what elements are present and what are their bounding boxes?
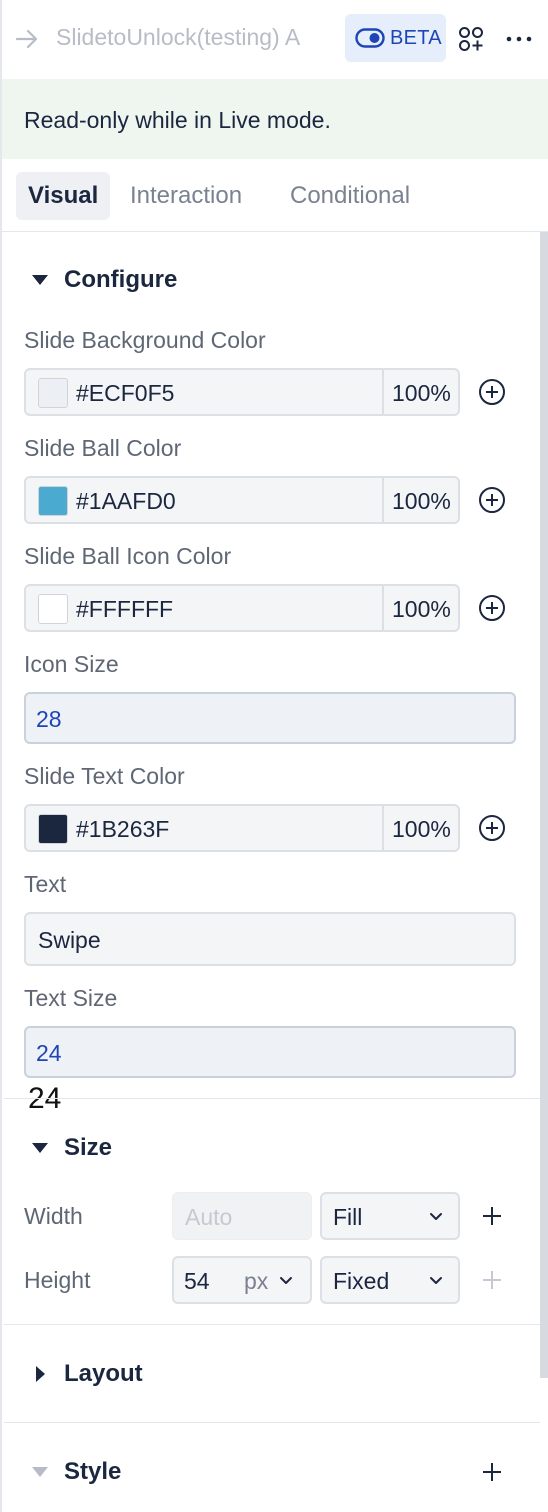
- tab-conditional[interactable]: Conditional: [278, 172, 422, 220]
- height-label: Height: [24, 1267, 91, 1293]
- height-input[interactable]: 54 px: [172, 1256, 312, 1304]
- text-size-input[interactable]: 24: [24, 1026, 516, 1078]
- add-circle-icon[interactable]: [478, 486, 506, 514]
- size-title: Size: [64, 1134, 113, 1161]
- color-swatch[interactable]: [38, 378, 68, 408]
- collapse-triangle-icon: [32, 275, 48, 285]
- text-label: Text: [24, 871, 67, 897]
- components-icon[interactable]: [458, 26, 484, 52]
- width-mode-value: Fill: [333, 1204, 363, 1230]
- field-divider: [382, 478, 384, 522]
- opacity-value[interactable]: 100%: [392, 596, 451, 623]
- width-label: Width: [24, 1203, 83, 1229]
- more-options-icon[interactable]: [504, 26, 534, 52]
- configure-section-header[interactable]: Configure: [24, 266, 177, 294]
- width-mode-select[interactable]: Fill: [320, 1192, 460, 1240]
- slide-text-color-field[interactable]: #1B263F 100%: [24, 804, 460, 852]
- height-unit[interactable]: px: [244, 1268, 268, 1295]
- field-divider: [382, 586, 384, 630]
- height-mode-select[interactable]: Fixed: [320, 1256, 460, 1304]
- layout-title: Layout: [64, 1360, 143, 1387]
- hex-value[interactable]: #ECF0F5: [76, 380, 174, 407]
- section-divider: [4, 1422, 540, 1423]
- scrollbar[interactable]: [540, 232, 548, 1378]
- text-input[interactable]: Swipe: [24, 912, 516, 966]
- field-divider: [382, 370, 384, 414]
- collapse-triangle-icon: [32, 1467, 48, 1477]
- style-title: Style: [64, 1458, 122, 1485]
- live-mode-banner: Read-only while in Live mode.: [2, 79, 548, 159]
- size-section-header[interactable]: Size: [24, 1134, 112, 1162]
- hex-value[interactable]: #FFFFFF: [76, 596, 173, 623]
- beta-badge[interactable]: BETA: [345, 14, 446, 62]
- icon-size-label: Icon Size: [24, 651, 119, 677]
- slide-ball-icon-color-field[interactable]: #FFFFFF 100%: [24, 584, 460, 632]
- width-placeholder: Auto: [185, 1204, 233, 1230]
- arrow-right-icon[interactable]: [14, 26, 40, 52]
- collapse-triangle-icon: [32, 1143, 48, 1153]
- add-circle-icon[interactable]: [478, 594, 506, 622]
- slide-ball-color-label: Slide Ball Color: [24, 435, 182, 461]
- tab-visual[interactable]: Visual: [16, 172, 111, 220]
- color-swatch[interactable]: [38, 594, 68, 624]
- text-size-overlay-value: 24: [28, 1082, 62, 1115]
- field-divider: [382, 806, 384, 850]
- height-mode-value: Fixed: [333, 1268, 390, 1294]
- slide-ball-icon-color-label: Slide Ball Icon Color: [24, 543, 232, 569]
- slide-ball-color-field[interactable]: #1AAFD0 100%: [24, 476, 460, 524]
- slide-bg-color-field[interactable]: #ECF0F5 100%: [24, 368, 460, 416]
- properties-panel: SlidetoUnlock(testing) A BETA Read-only …: [0, 0, 548, 1512]
- text-size-label: Text Size: [24, 985, 118, 1011]
- tab-interaction[interactable]: Interaction: [118, 172, 254, 220]
- layout-section-header[interactable]: Layout: [24, 1360, 143, 1388]
- panel-header: SlidetoUnlock(testing) A BETA: [2, 0, 548, 78]
- panel-tabs: Visual Interaction Conditional: [2, 160, 548, 232]
- slide-text-color-label: Slide Text Color: [24, 763, 185, 789]
- section-divider: [4, 1098, 540, 1099]
- chevron-down-icon: [430, 1213, 442, 1220]
- color-swatch[interactable]: [38, 814, 68, 844]
- add-circle-icon[interactable]: [478, 378, 506, 406]
- opacity-value[interactable]: 100%: [392, 380, 451, 407]
- hex-value[interactable]: #1B263F: [76, 816, 169, 843]
- beta-label: BETA: [390, 27, 442, 49]
- toggle-icon: [355, 28, 385, 48]
- text-size-value[interactable]: 24: [36, 1040, 62, 1067]
- hex-value[interactable]: #1AAFD0: [76, 488, 176, 515]
- plus-icon[interactable]: [480, 1204, 504, 1228]
- banner-text: Read-only while in Live mode.: [24, 107, 331, 133]
- icon-size-input[interactable]: 28: [24, 692, 516, 744]
- slide-bg-color-label: Slide Background Color: [24, 327, 266, 353]
- chevron-down-icon: [430, 1277, 442, 1284]
- width-input[interactable]: Auto: [172, 1192, 312, 1240]
- height-value[interactable]: 54: [184, 1268, 210, 1295]
- expand-triangle-icon: [36, 1366, 45, 1382]
- chevron-down-icon[interactable]: [278, 1272, 294, 1288]
- add-style-icon[interactable]: [480, 1460, 504, 1484]
- style-section-header[interactable]: Style: [24, 1458, 121, 1486]
- plus-icon-disabled: [483, 1271, 501, 1289]
- text-value[interactable]: Swipe: [38, 927, 101, 954]
- component-title: SlidetoUnlock(testing) A: [56, 24, 301, 50]
- configure-title: Configure: [64, 266, 178, 293]
- opacity-value[interactable]: 100%: [392, 488, 451, 515]
- add-circle-icon[interactable]: [478, 814, 506, 842]
- opacity-value[interactable]: 100%: [392, 816, 451, 843]
- section-divider: [4, 1324, 540, 1325]
- icon-size-value[interactable]: 28: [36, 706, 62, 733]
- color-swatch[interactable]: [38, 486, 68, 516]
